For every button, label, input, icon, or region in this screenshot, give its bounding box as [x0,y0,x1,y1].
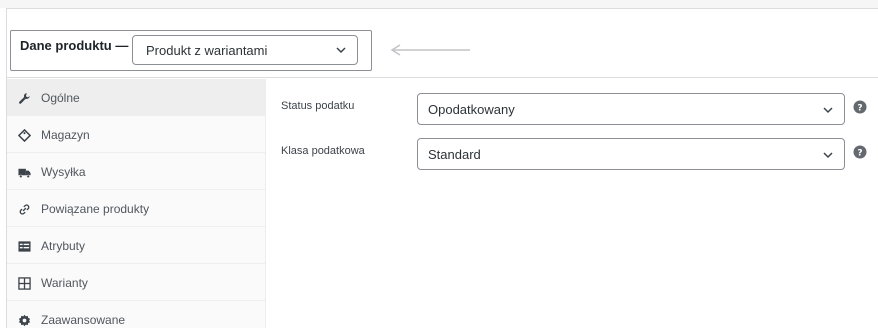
tab-ogolne[interactable]: Ogólne [7,79,266,116]
chevron-down-icon [823,152,833,159]
truck-icon [18,168,31,179]
arrow-icon [390,44,470,56]
product-data-header: Dane produktu — Produkt z wariantami [7,26,878,78]
general-options: Status podatku Opodatkowany ? Klasa poda… [266,79,878,328]
link-icon [19,204,30,215]
product-type-value: Produkt z wariantami [146,43,268,58]
chevron-down-icon [336,47,346,54]
tab-zaawansowane[interactable]: Zaawansowane [7,301,266,328]
panel-title: Dane produktu — [20,38,129,53]
grid-icon [18,277,31,290]
tab-warianty[interactable]: Warianty [7,264,266,301]
chevron-down-icon [823,107,833,114]
tab-label: Ogólne [41,91,80,105]
tax-class-label: Klasa podatkowa [281,145,365,157]
tab-wysylka[interactable]: Wysyłka [7,153,266,190]
tab-label: Atrybuty [41,239,86,253]
tab-label: Wysyłka [41,165,86,179]
list-icon [18,241,31,252]
tax-class-select[interactable]: Standard [417,138,845,170]
product-data-panel: Dane produktu — Produkt z wariantami Ogó… [6,8,878,328]
tab-magazyn[interactable]: Magazyn [7,116,266,153]
tax-status-value: Opodatkowany [428,102,515,117]
svg-text:?: ? [857,149,862,159]
product-type-select[interactable]: Produkt z wariantami [132,35,358,65]
tab-label: Magazyn [41,128,90,142]
help-icon[interactable]: ? [853,100,867,114]
product-data-tabs: Ogólne Magazyn Wysyłka Powiązane produkt… [7,79,266,328]
tag-icon [18,129,31,142]
help-icon[interactable]: ? [853,145,867,159]
wrench-icon [19,93,30,104]
gear-icon [18,314,31,327]
top-strip [0,0,878,8]
svg-text:?: ? [857,104,862,114]
tab-label: Zaawansowane [41,313,126,327]
tax-status-label: Status podatku [281,100,355,112]
tax-status-select[interactable]: Opodatkowany [417,93,845,125]
tab-label: Warianty [41,276,88,290]
tab-atrybuty[interactable]: Atrybuty [7,227,266,264]
tab-label: Powiązane produkty [41,202,150,216]
tax-class-value: Standard [428,147,481,162]
tab-powiazane-produkty[interactable]: Powiązane produkty [7,190,266,227]
